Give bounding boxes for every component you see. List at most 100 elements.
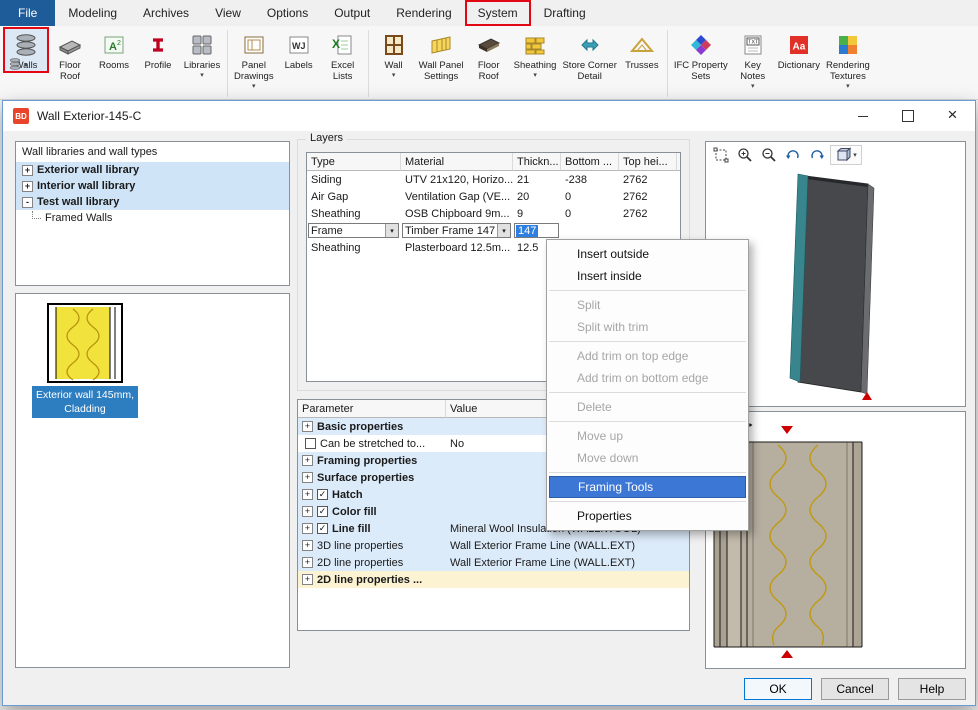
ribbon-trusses-button[interactable]: Trusses	[620, 28, 664, 72]
excel-lists-icon: X	[331, 30, 355, 60]
walls-gallery-dropdown[interactable]: ▾	[8, 57, 28, 74]
walls-icon	[14, 30, 38, 60]
frame-select-icon[interactable]	[710, 145, 732, 165]
menu-tab-system[interactable]: System	[465, 0, 531, 26]
expand-icon[interactable]: +	[302, 540, 313, 551]
menu-tab-rendering[interactable]: Rendering	[383, 0, 464, 26]
help-button[interactable]: Help	[898, 678, 966, 700]
ribbon-wall-panel-settings-button[interactable]: Wall Panel Settings	[416, 28, 467, 83]
chevron-down-icon: ▾	[392, 72, 396, 79]
chevron-down-icon[interactable]: ▾	[385, 224, 398, 237]
ribbon-labels-button[interactable]: WJLabels	[277, 28, 321, 72]
view-cube-icon[interactable]: ▾	[830, 145, 862, 165]
column-header-material[interactable]: Material	[401, 153, 513, 171]
layer-row-air-gap[interactable]: Air GapVentilation Gap (VE...2002762	[307, 188, 680, 205]
menu-separator	[549, 341, 746, 342]
expand-icon[interactable]: +	[302, 489, 313, 500]
ribbon-key-notes-button[interactable]: TXTKey Notes▾	[731, 28, 775, 90]
expand-icon[interactable]: +	[302, 421, 313, 432]
tree-item-test-wall-library[interactable]: -Test wall library	[16, 194, 289, 210]
wall-icon	[382, 30, 406, 60]
ribbon-dictionary-button[interactable]: AaDictionary	[775, 28, 823, 72]
ribbon-profile-button[interactable]: Profile	[136, 28, 180, 72]
zoom-out-icon[interactable]	[758, 145, 780, 165]
context-menu-item-framing-tools[interactable]: Framing Tools	[549, 476, 746, 498]
layer-thickness-input[interactable]: 147	[514, 223, 559, 238]
ribbon-rendering-textures-button[interactable]: Rendering Textures▾	[823, 28, 873, 90]
ribbon-floor-roof-button[interactable]: Floor Roof	[467, 28, 511, 83]
layer-row-sheathing[interactable]: SheathingOSB Chipboard 9m...902762	[307, 205, 680, 222]
ribbon-libraries-button[interactable]: Libraries▾	[180, 28, 224, 79]
column-header-thickn[interactable]: Thickn...	[513, 153, 561, 171]
zoom-in-icon[interactable]	[734, 145, 756, 165]
ribbon-store-corner-detail-button[interactable]: Store Corner Detail	[559, 28, 619, 83]
ribbon-button-label: Floor Roof	[59, 61, 81, 83]
ribbon-sheathing-button[interactable]: Sheathing▾	[511, 28, 560, 79]
menu-separator	[549, 472, 746, 473]
tree-item-exterior-wall-library[interactable]: +Exterior wall library	[16, 162, 289, 178]
ribbon-excel-lists-button[interactable]: XExcel Lists	[321, 28, 365, 83]
checkbox-checked[interactable]: ✓	[317, 506, 328, 517]
menu-tab-output[interactable]: Output	[321, 0, 383, 26]
parameter-row-2d-line-properties[interactable]: +2D line properties ...	[298, 571, 689, 588]
column-header-parameter[interactable]: Parameter	[298, 400, 446, 418]
ribbon-rooms-button[interactable]: A2Rooms	[92, 28, 136, 72]
minimize-icon[interactable]	[840, 101, 885, 131]
context-menu-item-properties[interactable]: Properties	[547, 505, 748, 527]
checkbox-checked[interactable]: ✓	[317, 489, 328, 500]
ribbon-button-label: Libraries	[184, 61, 220, 72]
layer-type-combobox[interactable]: Frame▾	[308, 223, 399, 238]
expand-icon[interactable]: +	[22, 181, 33, 192]
expand-icon[interactable]: +	[302, 523, 313, 534]
maximize-icon[interactable]	[885, 101, 930, 131]
rotate-left-icon[interactable]	[782, 145, 804, 165]
menu-separator	[549, 501, 746, 502]
context-menu-item-insert-outside[interactable]: Insert outside	[547, 243, 748, 265]
wall-thumbnail[interactable]	[47, 303, 123, 386]
expand-icon[interactable]: +	[302, 472, 313, 483]
rotate-right-icon[interactable]	[806, 145, 828, 165]
column-header-type[interactable]: Type	[307, 153, 401, 171]
chevron-down-icon[interactable]: ▾	[497, 224, 510, 237]
menu-tab-drafting[interactable]: Drafting	[531, 0, 599, 26]
parameter-row-3d-line-properties[interactable]: +3D line propertiesWall Exterior Frame L…	[298, 537, 689, 554]
column-header-top-hei[interactable]: Top hei...	[619, 153, 677, 171]
layer-row-siding[interactable]: SidingUTV 21x120, Horizo...21-2382762	[307, 171, 680, 188]
column-header-bottom[interactable]: Bottom ...	[561, 153, 619, 171]
cancel-button[interactable]: Cancel	[821, 678, 889, 700]
checkbox-unchecked[interactable]	[305, 438, 316, 449]
context-menu-item-insert-inside[interactable]: Insert inside	[547, 265, 748, 287]
tree-item-framed-walls[interactable]: Framed Walls	[16, 210, 289, 226]
tree-item-label: Test wall library	[37, 196, 119, 208]
layer-row-frame[interactable]: Frame▾Timber Frame 147▾147	[307, 222, 680, 239]
layer-cell-type: Siding	[307, 174, 401, 186]
expand-icon[interactable]: +	[302, 557, 313, 568]
svg-text:WJ: WJ	[292, 41, 306, 51]
expand-icon[interactable]: +	[302, 574, 313, 585]
ribbon-panel-drawings-button[interactable]: Panel Drawings▾	[231, 28, 277, 90]
dialog-titlebar[interactable]: BD Wall Exterior-145-C	[3, 101, 975, 131]
close-icon[interactable]	[930, 101, 975, 131]
ribbon-button-label: Dictionary	[778, 61, 820, 72]
collapse-icon[interactable]: -	[22, 197, 33, 208]
menu-tab-options[interactable]: Options	[254, 0, 321, 26]
ribbon-wall-button[interactable]: Wall▾	[372, 28, 416, 79]
expand-icon[interactable]: +	[302, 506, 313, 517]
tree-item-interior-wall-library[interactable]: +Interior wall library	[16, 178, 289, 194]
ok-button[interactable]: OK	[744, 678, 812, 700]
layer-material-combobox[interactable]: Timber Frame 147▾	[402, 223, 511, 238]
menu-tab-file[interactable]: File	[0, 0, 55, 26]
context-menu-item-split-with-trim: Split with trim	[547, 316, 748, 338]
ribbon-floor-roof-button[interactable]: Floor Roof	[48, 28, 92, 83]
ribbon-ifc-property-sets-button[interactable]: IFC Property Sets	[671, 28, 731, 83]
wall-thumbnail-caption[interactable]: Exterior wall 145mm, Cladding	[32, 386, 138, 418]
menu-tab-modeling[interactable]: Modeling	[55, 0, 130, 26]
menu-tab-archives[interactable]: Archives	[130, 0, 202, 26]
trusses-icon	[629, 30, 655, 60]
checkbox-checked[interactable]: ✓	[317, 523, 328, 534]
expand-icon[interactable]: +	[302, 455, 313, 466]
parameter-row-2d-line-properties[interactable]: +2D line propertiesWall Exterior Frame L…	[298, 554, 689, 571]
menu-tab-view[interactable]: View	[202, 0, 254, 26]
key-notes-icon: TXT	[741, 30, 765, 60]
expand-icon[interactable]: +	[22, 165, 33, 176]
